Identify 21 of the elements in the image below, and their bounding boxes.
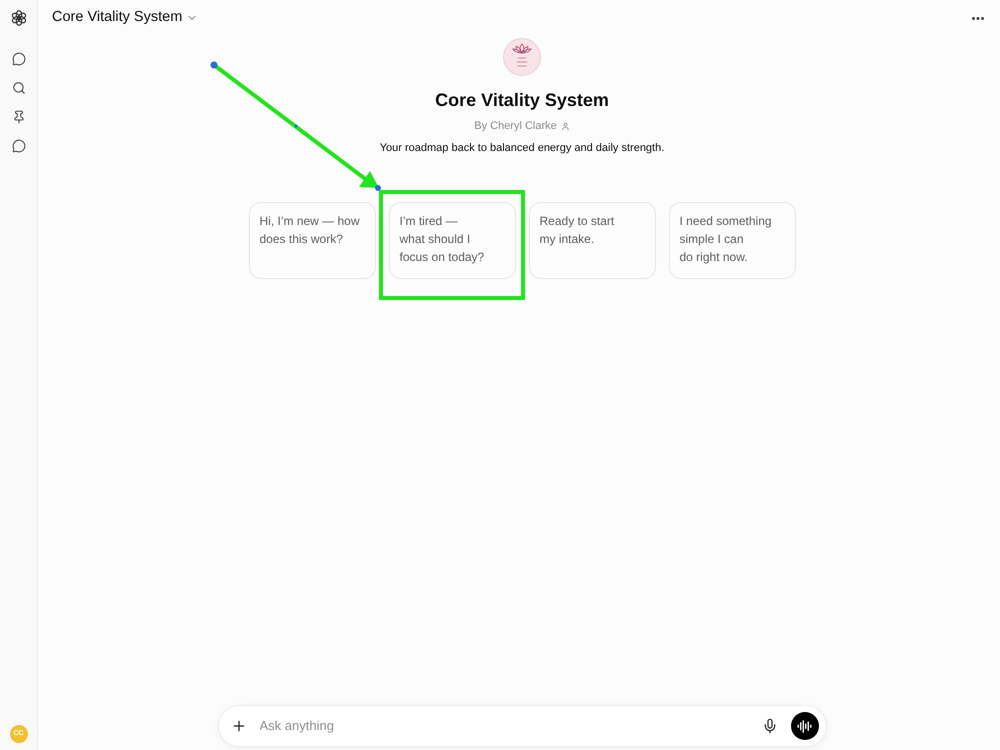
person-icon	[560, 122, 570, 130]
voice-mode-button[interactable]	[790, 712, 818, 740]
sound-wave-icon	[797, 718, 812, 734]
lotus-logo-icon	[503, 38, 541, 76]
search-icon[interactable]	[12, 81, 26, 95]
more-options-icon	[972, 16, 984, 20]
gpt-description: Your roadmap back to balanced energy and daily strength.	[380, 141, 664, 155]
gpt-title: Core Vitality System	[435, 89, 609, 112]
prompt-card[interactable]: I need something simple I can do right now.	[668, 202, 796, 279]
chat-bubble-icon[interactable]	[12, 52, 26, 66]
prompt-card[interactable]: Hi, I’m new — how does this work?	[248, 202, 376, 279]
microphone-icon[interactable]	[762, 718, 778, 734]
pin-icon[interactable]	[12, 110, 26, 124]
message-input[interactable]: Ask anything	[260, 716, 748, 736]
flower-logo-icon[interactable]	[10, 9, 28, 27]
message-composer[interactable]: Ask anything	[218, 705, 826, 747]
prompt-card[interactable]: Ready to start my intake.	[528, 202, 656, 279]
chat-bubble-icon[interactable]	[12, 139, 26, 153]
prompt-card[interactable]: I’m tired — what should I focus on today?	[388, 202, 516, 279]
model-selector[interactable]: Core Vitality System	[52, 7, 198, 29]
author-text: By Cheryl Clarke	[474, 119, 557, 133]
